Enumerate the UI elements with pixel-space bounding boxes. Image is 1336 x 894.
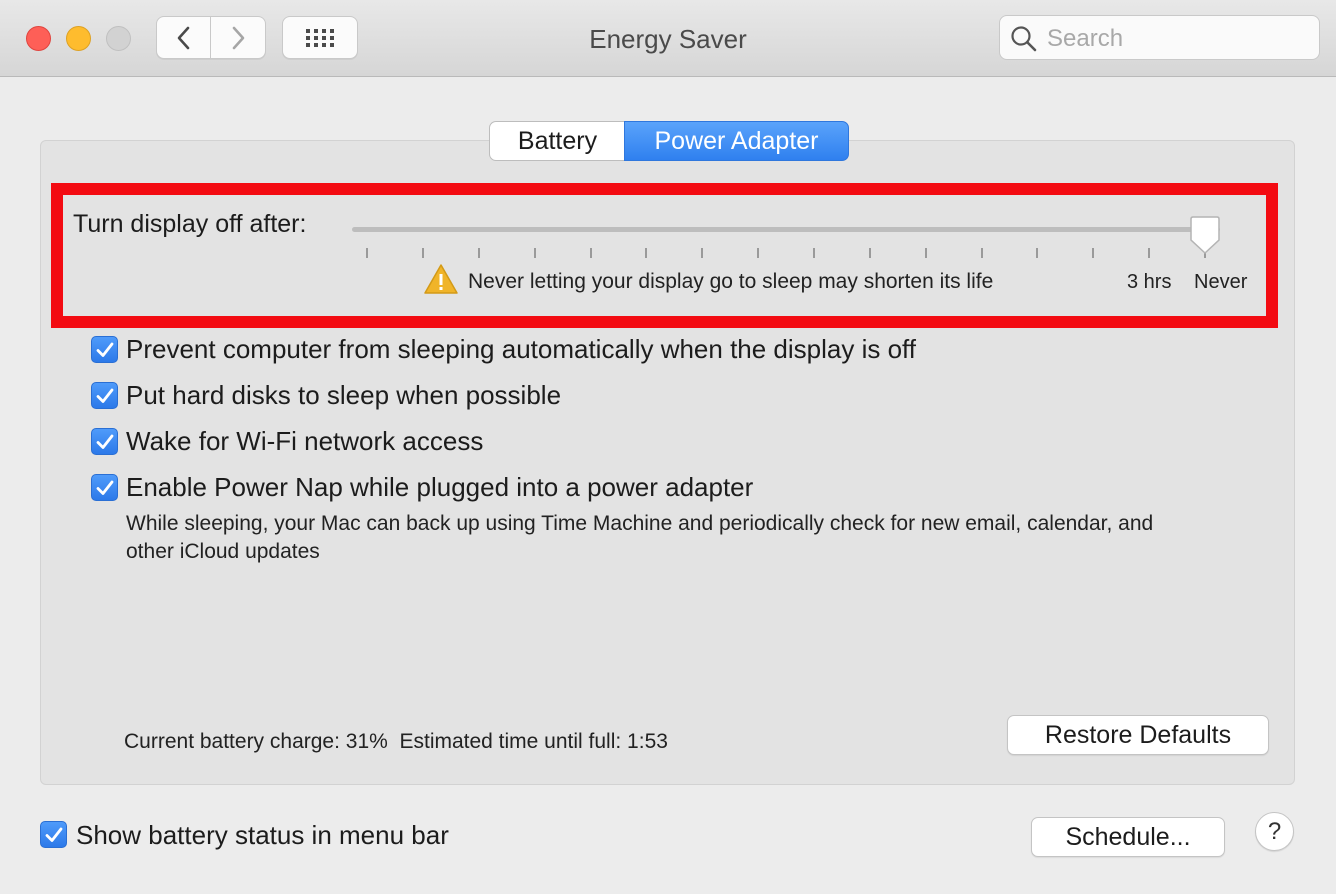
tab-battery[interactable]: Battery <box>489 121 625 161</box>
display-sleep-slider-thumb[interactable] <box>1187 216 1223 256</box>
power-nap-checkbox[interactable] <box>91 474 118 501</box>
checkmark-icon <box>96 480 113 495</box>
checkmark-icon <box>45 827 62 842</box>
warning-icon <box>424 264 458 294</box>
show-battery-status-checkbox[interactable] <box>40 821 67 848</box>
search-icon <box>1011 26 1037 52</box>
prevent-sleep-checkbox[interactable] <box>91 336 118 363</box>
help-button[interactable]: ? <box>1255 812 1294 851</box>
show-battery-status-label[interactable]: Show battery status in menu bar <box>76 820 449 851</box>
power-nap-label[interactable]: Enable Power Nap while plugged into a po… <box>126 472 753 503</box>
hard-disk-sleep-checkbox[interactable] <box>91 382 118 409</box>
highlight-box <box>51 183 1278 328</box>
display-warning-text: Never letting your display go to sleep m… <box>468 270 994 293</box>
search-field[interactable]: Search <box>999 15 1320 60</box>
power-nap-description: While sleeping, your Mac can back up usi… <box>126 512 1154 563</box>
display-sleep-slider-track[interactable] <box>352 227 1220 232</box>
wake-wifi-checkbox[interactable] <box>91 428 118 455</box>
display-sleep-label: Turn display off after: <box>73 210 307 238</box>
tab-power-adapter[interactable]: Power Adapter <box>624 121 849 161</box>
checkmark-icon <box>96 434 113 449</box>
hard-disk-sleep-label[interactable]: Put hard disks to sleep when possible <box>126 380 561 411</box>
checkmark-icon <box>96 388 113 403</box>
checkmark-icon <box>96 342 113 357</box>
battery-status-text: Current battery charge: 31% Estimated ti… <box>124 730 668 753</box>
slider-label-never: Never <box>1194 271 1248 293</box>
wake-wifi-label[interactable]: Wake for Wi-Fi network access <box>126 426 483 457</box>
search-placeholder: Search <box>1047 25 1124 52</box>
slider-label-3hrs: 3 hrs <box>1127 271 1172 293</box>
title-bar: Energy Saver Search <box>0 0 1336 77</box>
schedule-button[interactable]: Schedule... <box>1031 817 1225 857</box>
prevent-sleep-label[interactable]: Prevent computer from sleeping automatic… <box>126 334 916 365</box>
restore-defaults-button[interactable]: Restore Defaults <box>1007 715 1269 755</box>
